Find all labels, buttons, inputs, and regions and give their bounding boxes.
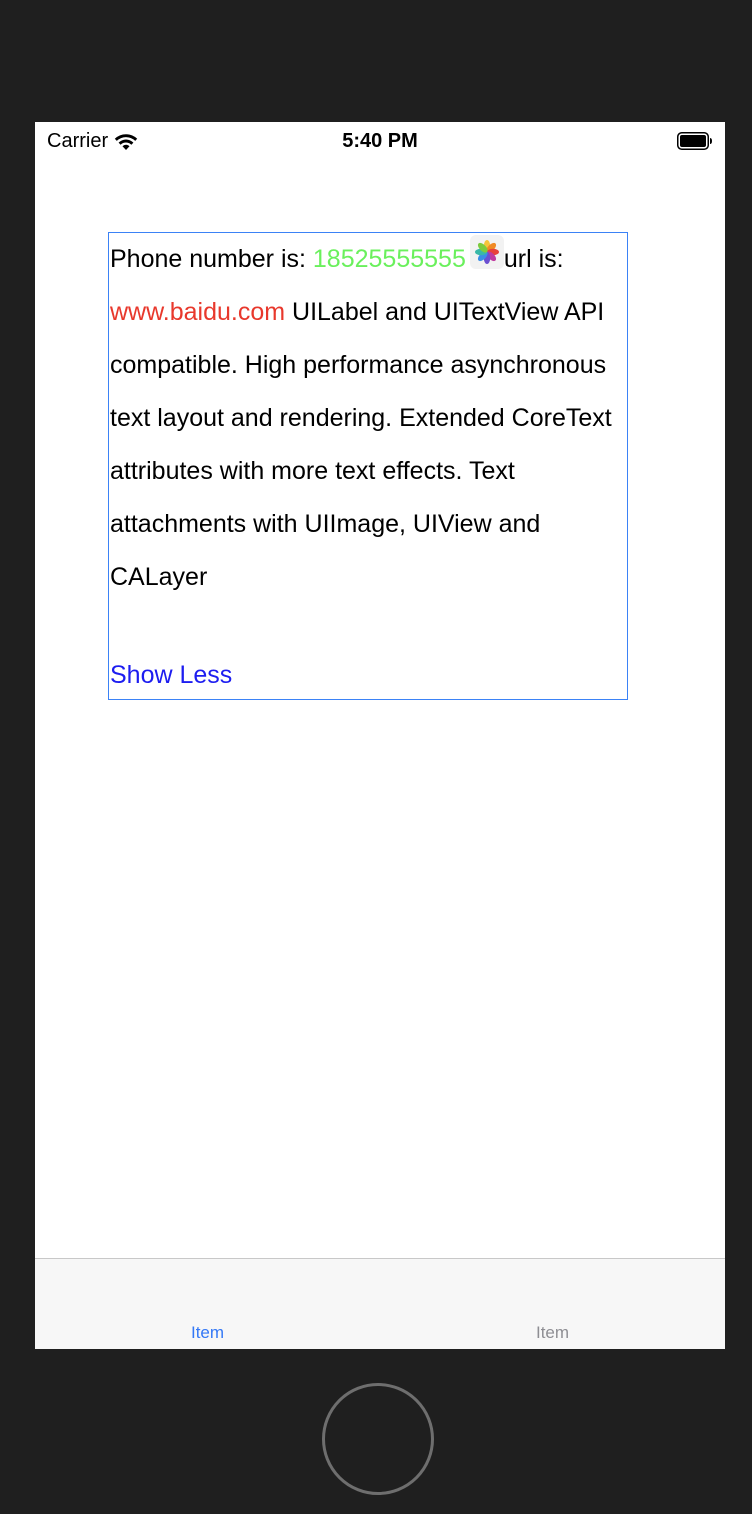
phone-prefix: Phone number is: (110, 245, 313, 273)
status-time: 5:40 PM (342, 130, 418, 152)
phone-link[interactable]: 18525555555 (313, 245, 466, 273)
home-button[interactable] (322, 1383, 434, 1495)
tab-item-2[interactable]: Item (380, 1323, 725, 1343)
tab-item-1[interactable]: Item (35, 1323, 380, 1343)
attributed-label: Phone number is: 18525555555 url is: www… (108, 232, 628, 700)
label-body: UILabel and UITextView API compatible. H… (110, 298, 612, 591)
url-prefix: url is: (503, 245, 564, 273)
status-bar: Carrier 5:40 PM (35, 122, 725, 162)
device-screen: Carrier 5:40 PM Phone number is: 1852555… (35, 122, 725, 1349)
url-link[interactable]: www.baidu.com (110, 298, 285, 326)
show-less-link[interactable]: Show Less (110, 660, 232, 690)
label-text: Phone number is: 18525555555 url is: www… (110, 233, 627, 604)
tab-bar: Item Item (35, 1258, 725, 1349)
photos-icon (469, 235, 504, 269)
battery-full-icon (677, 132, 712, 150)
